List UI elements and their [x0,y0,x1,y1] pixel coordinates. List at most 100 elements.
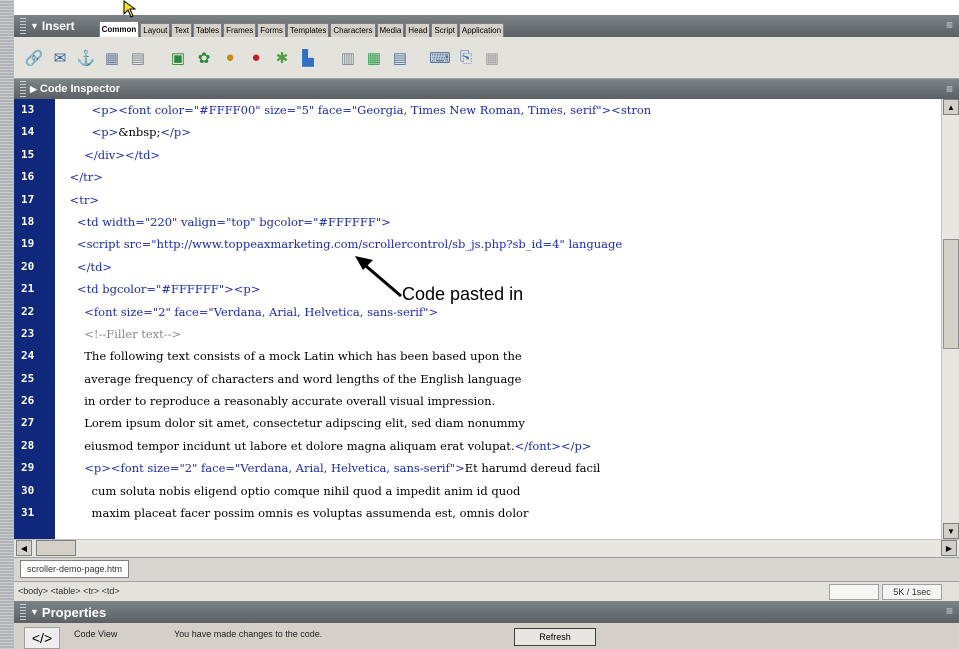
code-token: bgcolor= [102,282,157,297]
horizontal-scrollbar[interactable]: ◀ ▶ [14,539,959,557]
line-number: 30 [21,483,35,497]
hyperlink-icon[interactable]: 🔗 [24,48,44,68]
code-token: "#FFFF00" [193,103,265,117]
insert-tab-forms[interactable]: Forms [257,23,286,37]
insert-tab-strip: Common Layout Text Tables Frames Forms Templat… [98,15,505,37]
refresh-button[interactable]: Refresh [514,628,596,646]
param-icon[interactable]: ▙ [298,48,318,68]
line-number: 28 [21,438,35,452]
line-number: 29 [21,461,35,475]
panel-grip-icon[interactable] [20,81,26,97]
code-line[interactable]: </tr> [55,166,941,188]
scroll-thumb[interactable] [36,540,76,556]
named-anchor-icon[interactable]: ⚓ [76,48,96,68]
code-line[interactable]: average frequency of characters and word… [55,368,941,390]
applet-icon[interactable]: ✱ [272,48,292,68]
code-line[interactable]: The following text consists of a mock La… [55,345,941,367]
scroll-right-icon[interactable]: ▶ [941,540,957,556]
image-icon[interactable]: ▣ [168,48,188,68]
code-token: valign= [180,214,227,229]
panel-grip-icon[interactable] [20,18,26,34]
insert-tab-tables[interactable]: Tables [192,23,223,37]
code-inspector-title: ▶ Code Inspector [30,83,120,95]
insert-tab-common[interactable]: Common [98,21,140,37]
code-line[interactable]: cum soluta nobis eligend optio comque ni… [55,480,941,502]
document-tab[interactable]: scroller-demo-page.htm [20,560,130,578]
code-line[interactable]: maxim placeat facer possim omnis es volu… [55,502,941,524]
code-token: "top" [226,214,260,229]
insert-tab-text[interactable]: Text [171,23,192,37]
code-inspector-header[interactable]: ▶ Code Inspector ≡ [14,79,959,99]
code-line[interactable]: eiusmod tempor incidunt ut labore et dol… [55,435,941,457]
insert-panel-header: ▼ Insert Common Layout Text Tables Frames For… [14,15,959,37]
panel-dock-strip [0,0,14,649]
template-icon[interactable]: ▦ [482,48,502,68]
status-bar: <body> <table> <tr> <td> 5K / 1sec [14,581,959,601]
email-link-icon[interactable]: ✉ [50,48,70,68]
date-icon[interactable]: ▦ [364,48,384,68]
flash-icon[interactable]: ● [220,48,240,68]
code-token: <tr> [69,192,100,207]
insert-tab-templates[interactable]: Templates [286,23,330,37]
fireworks-icon[interactable]: ✿ [194,48,214,68]
document-tab-bar: scroller-demo-page.htm [14,557,959,581]
mouse-cursor-icon [123,0,137,18]
table-icon[interactable]: ▦ [102,48,122,68]
insert-tab-head[interactable]: Head [405,23,431,37]
insert-tab-script[interactable]: Script [431,23,458,37]
code-line[interactable]: <p><font size="2" face="Verdana, Arial, … [55,457,941,479]
scroll-down-icon[interactable]: ▼ [943,523,959,539]
code-line[interactable]: Lorem ipsum dolor sit amet, consectetur … [55,412,941,434]
code-line[interactable]: <p>&nbsp;</p> [55,121,941,143]
line-number: 22 [21,304,35,318]
panel-options-icon[interactable]: ≡ [946,82,953,96]
code-token: "2" [179,461,202,476]
server-include-icon[interactable]: ⎘ [456,48,476,68]
code-editor[interactable]: 13 14 15 16 17 18 19 20 21 22 23 24 25 26 27 28 29 30 31 <… [14,99,959,539]
code-area[interactable]: <p><font color="#FFFF00" size="5" face="… [55,99,941,539]
insert-tab-frames[interactable]: Frames [223,23,257,37]
line-number: 20 [21,259,35,273]
code-line[interactable]: <td width="220" valign="top" bgcolor="#F… [55,211,941,233]
panel-options-icon[interactable]: ≡ [946,18,953,32]
code-token: in order to reproduce a reasonably accur… [55,394,496,409]
code-line[interactable]: in order to reproduce a reasonably accur… [55,390,941,412]
code-token: </font></p> [514,438,592,453]
panel-grip-icon[interactable] [20,604,26,620]
insert-tab-application[interactable]: Application [458,23,505,37]
code-token: face= [201,461,236,476]
insert-panel-title[interactable]: ▼ Insert [30,19,75,33]
scroll-up-icon[interactable]: ▲ [943,99,959,115]
code-token: face= [174,304,209,319]
vertical-scrollbar[interactable]: ▲ ▼ [941,99,959,539]
insert-tab-layout[interactable]: Layout [140,23,171,37]
code-line[interactable]: <!--Filler text--> [55,323,941,345]
panel-options-icon[interactable]: ≡ [946,604,953,618]
shockwave-icon[interactable]: ● [246,48,266,68]
code-token: ><p> [224,282,261,297]
code-token: face= [317,103,352,117]
layer-icon[interactable]: ▤ [128,48,148,68]
properties-panel-body: </> Code View You have made changes to t… [14,623,959,649]
scroll-thumb[interactable] [943,239,959,349]
insert-tab-media[interactable]: Media [376,23,405,37]
code-token: <!--Filler text--> [84,326,182,341]
tag-selector[interactable]: <body> <table> <tr> <td> [18,586,120,596]
properties-panel-header[interactable]: ▼ Properties ≡ [14,601,959,623]
code-line[interactable]: <p><font color="#FFFF00" size="5" face="… [55,99,941,121]
rule-icon[interactable]: ▥ [338,48,358,68]
code-token: maxim placeat facer possim omnis es volu… [55,506,529,521]
line-number: 17 [21,192,35,206]
code-line[interactable]: <tr> [55,189,941,211]
code-token: bgcolor= [259,214,314,229]
window-size-box[interactable] [829,584,879,600]
code-token: "http://www.toppeaxmarketing.com/scrolle… [151,237,569,252]
code-line[interactable]: </div></td> [55,144,941,166]
insert-tab-characters[interactable]: Characters [330,23,376,37]
tag-chooser-icon[interactable]: ⌨ [429,48,451,68]
scroll-left-icon[interactable]: ◀ [16,540,32,556]
comment-icon[interactable]: ▤ [390,48,410,68]
